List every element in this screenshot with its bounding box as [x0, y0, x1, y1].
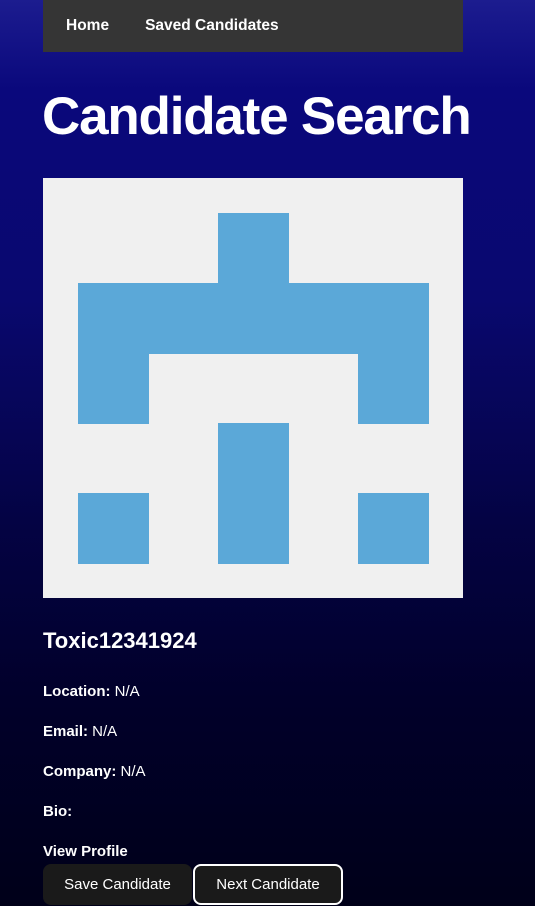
- identicon-block: [358, 493, 429, 564]
- bio-label: Bio:: [43, 803, 73, 820]
- nav-saved-candidates-link[interactable]: Saved Candidates: [145, 17, 279, 35]
- identicon-block: [218, 213, 289, 284]
- next-candidate-button[interactable]: Next Candidate: [193, 864, 343, 905]
- candidate-email: Email: N/A: [43, 722, 117, 742]
- location-value: N/A: [110, 683, 140, 700]
- location-label: Location:: [43, 683, 111, 700]
- identicon-block: [78, 353, 149, 424]
- company-value: N/A: [116, 763, 146, 780]
- email-label: Email:: [43, 723, 89, 740]
- view-profile-link[interactable]: View Profile: [43, 842, 128, 862]
- candidate-username: Toxic12341924: [43, 628, 197, 653]
- save-candidate-button[interactable]: Save Candidate: [43, 864, 192, 905]
- nav-home-link[interactable]: Home: [66, 17, 109, 35]
- page-title: Candidate Search: [42, 87, 472, 146]
- identicon-icon: [78, 213, 429, 564]
- identicon-block: [218, 423, 289, 564]
- identicon-block: [358, 353, 429, 424]
- candidate-company: Company: N/A: [43, 762, 146, 782]
- top-navbar: Home Saved Candidates: [43, 0, 463, 52]
- email-value: N/A: [88, 723, 118, 740]
- candidate-location: Location: N/A: [43, 682, 140, 702]
- company-label: Company:: [43, 763, 117, 780]
- identicon-block: [78, 493, 149, 564]
- avatar: [43, 178, 463, 598]
- candidate-bio: Bio:: [43, 802, 72, 822]
- identicon-block: [78, 283, 429, 354]
